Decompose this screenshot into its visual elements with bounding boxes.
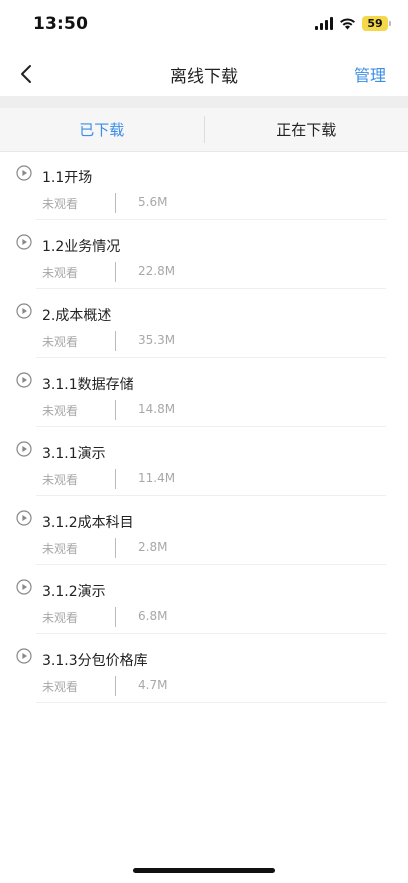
item-separator	[115, 193, 116, 213]
list-item[interactable]: 1.2业务情况 未观看 22.8M	[0, 220, 408, 289]
item-title: 3.1.1演示	[42, 446, 106, 462]
list-item[interactable]: 3.1.2成本科目 未观看 2.8M	[0, 496, 408, 565]
play-circle-icon	[16, 234, 32, 250]
item-size: 14.8M	[138, 402, 176, 416]
download-list: 1.1开场 未观看 5.6M 1.2业务情况 未观看 22.8M 2.成本概述 …	[0, 151, 408, 703]
item-watch-status: 未观看	[42, 542, 79, 556]
section-divider	[0, 96, 408, 108]
play-circle-icon	[16, 648, 32, 664]
battery-icon: 59	[362, 16, 391, 31]
item-size: 6.8M	[138, 609, 168, 623]
item-size: 2.8M	[138, 540, 168, 554]
wifi-icon	[339, 17, 356, 30]
play-circle-icon	[16, 165, 32, 181]
play-circle-icon	[16, 579, 32, 595]
manage-button[interactable]: 管理	[354, 62, 386, 86]
battery-level: 59	[367, 17, 383, 30]
play-circle-icon	[16, 510, 32, 526]
list-item[interactable]: 3.1.1演示 未观看 11.4M	[0, 427, 408, 496]
nav-bar: 离线下载 管理	[0, 52, 408, 96]
item-watch-status: 未观看	[42, 266, 79, 280]
item-title: 2.成本概述	[42, 308, 112, 324]
item-title: 3.1.2演示	[42, 584, 106, 600]
list-item[interactable]: 1.1开场 未观看 5.6M	[0, 151, 408, 220]
home-indicator[interactable]	[133, 868, 275, 873]
item-size: 22.8M	[138, 264, 176, 278]
list-item[interactable]: 3.1.1数据存储 未观看 14.8M	[0, 358, 408, 427]
list-item[interactable]: 3.1.2演示 未观看 6.8M	[0, 565, 408, 634]
item-size: 5.6M	[138, 195, 168, 209]
page-title: 离线下载	[170, 67, 238, 87]
item-watch-status: 未观看	[42, 335, 79, 349]
status-bar: 13:50 59	[0, 0, 408, 52]
signal-icon	[315, 17, 333, 30]
item-separator	[115, 400, 116, 420]
item-size: 11.4M	[138, 471, 176, 485]
play-circle-icon	[16, 303, 32, 319]
item-separator	[115, 607, 116, 627]
item-title: 3.1.2成本科目	[42, 515, 134, 531]
item-separator	[115, 469, 116, 489]
item-title: 1.1开场	[42, 170, 93, 186]
item-separator	[115, 331, 116, 351]
tab-downloaded[interactable]: 已下载	[0, 108, 204, 151]
item-separator	[115, 262, 116, 282]
list-item[interactable]: 3.1.3分包价格库 未观看 4.7M	[0, 634, 408, 703]
item-title: 3.1.3分包价格库	[42, 653, 148, 669]
item-watch-status: 未观看	[42, 404, 79, 418]
download-tabs: 已下载 正在下载	[0, 108, 408, 152]
item-divider	[36, 702, 386, 703]
item-watch-status: 未观看	[42, 473, 79, 487]
item-size: 4.7M	[138, 678, 168, 692]
item-size: 35.3M	[138, 333, 176, 347]
item-title: 1.2业务情况	[42, 239, 121, 255]
item-watch-status: 未观看	[42, 197, 79, 211]
item-separator	[115, 676, 116, 696]
item-watch-status: 未观看	[42, 611, 79, 625]
tab-downloading[interactable]: 正在下载	[205, 108, 408, 151]
status-icons: 59	[315, 16, 391, 31]
status-time: 13:50	[33, 14, 89, 34]
play-circle-icon	[16, 441, 32, 457]
list-item[interactable]: 2.成本概述 未观看 35.3M	[0, 289, 408, 358]
item-separator	[115, 538, 116, 558]
item-watch-status: 未观看	[42, 680, 79, 694]
play-circle-icon	[16, 372, 32, 388]
item-title: 3.1.1数据存储	[42, 377, 134, 393]
